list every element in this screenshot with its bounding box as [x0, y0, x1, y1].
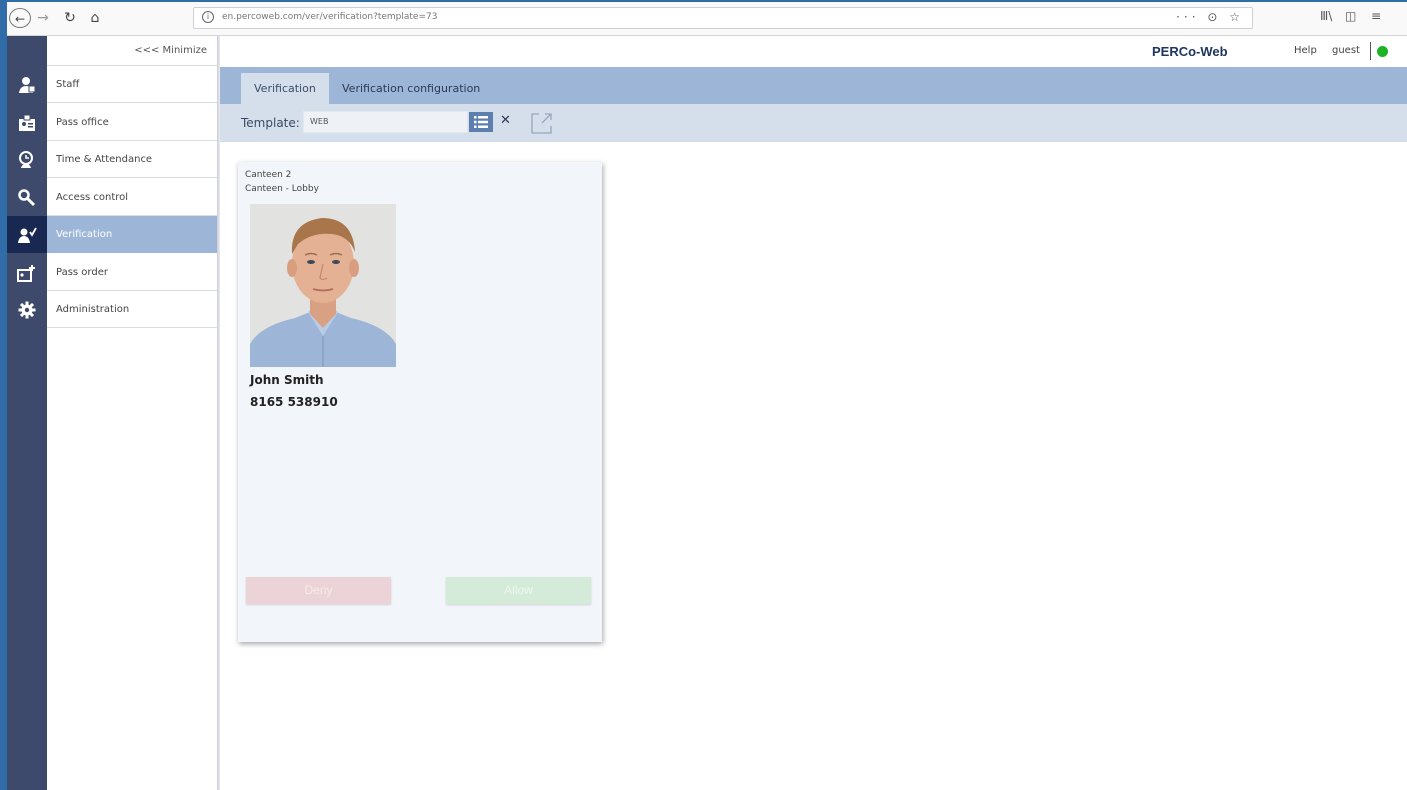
hamburger-icon[interactable]: ≡ [1371, 9, 1381, 23]
minimize-button[interactable]: <<< Minimize [47, 36, 217, 66]
menu-item-access-control[interactable]: Access control [47, 179, 217, 216]
verification-card: Canteen 2 Canteen - Lobby John Smith 816… [238, 162, 602, 642]
open-window-icon[interactable] [530, 111, 554, 135]
home-icon[interactable]: ⌂ [87, 8, 103, 28]
help-link[interactable]: Help [1294, 45, 1317, 56]
template-bar: Template: WEB ✕ [220, 104, 1407, 142]
desktop-edge [0, 0, 7, 790]
tabs-bar: Verification Verification configuration [220, 67, 1407, 104]
verification-icon[interactable] [7, 216, 47, 253]
list-icon [474, 116, 488, 128]
deny-button[interactable]: Deny [246, 577, 391, 604]
info-icon[interactable]: i [202, 11, 214, 23]
module-icon-bar [7, 36, 47, 790]
employee-photo [250, 204, 396, 367]
tab-verification-configuration[interactable]: Verification configuration [329, 73, 493, 104]
reload-icon[interactable]: ↻ [62, 8, 78, 28]
page-actions-icons[interactable]: ··· ⊙ ☆ [1176, 10, 1244, 24]
user-name[interactable]: guest [1332, 45, 1360, 56]
employee-name: John Smith [250, 373, 324, 387]
card-number: 8165 538910 [250, 395, 338, 409]
menu-item-pass-order[interactable]: Pass order [47, 254, 217, 291]
menu-item-time-attendance[interactable]: Time & Attendance [47, 141, 217, 178]
browser-accent-line [7, 0, 1407, 2]
sidebar-icon[interactable]: ◫ [1345, 9, 1356, 23]
main-menu: <<< Minimize Staff Pass office Time & At… [47, 36, 217, 790]
forward-icon[interactable]: → [35, 8, 51, 28]
menu-item-verification[interactable]: Verification [47, 216, 217, 253]
brand-title: PERCo-Web [1152, 44, 1228, 59]
browser-toolbar: ← → ↻ ⌂ i en.percoweb.com/ver/verificati… [7, 0, 1407, 36]
menu-item-pass-office[interactable]: Pass office [47, 104, 217, 141]
back-icon[interactable]: ← [9, 8, 31, 28]
url-text: en.percoweb.com/ver/verification?templat… [222, 12, 438, 22]
connection-status-icon [1377, 46, 1388, 57]
pass-office-icon[interactable] [7, 104, 47, 141]
staff-icon[interactable] [7, 66, 47, 103]
tab-verification[interactable]: Verification [241, 73, 329, 104]
clear-template-icon[interactable]: ✕ [500, 113, 511, 128]
pass-order-icon[interactable] [7, 254, 47, 291]
access-point-name: Canteen 2 [245, 170, 292, 180]
time-attendance-icon[interactable] [7, 141, 47, 178]
library-icon[interactable]: Ⅲ\ [1320, 9, 1332, 23]
menu-item-staff[interactable]: Staff [47, 66, 217, 103]
access-control-icon[interactable] [7, 179, 47, 216]
allow-button[interactable]: Allow [446, 577, 591, 604]
app-header: PERCo-Web Help guest [220, 36, 1407, 66]
gear-icon[interactable] [7, 291, 47, 328]
menu-item-administration[interactable]: Administration [47, 291, 217, 328]
address-bar[interactable]: i en.percoweb.com/ver/verification?templ… [193, 7, 1253, 29]
template-list-button[interactable] [468, 111, 494, 133]
header-separator [1370, 42, 1371, 60]
access-zone-name: Canteen - Lobby [245, 184, 319, 194]
template-input[interactable]: WEB [303, 111, 468, 133]
menu-divider [217, 36, 220, 790]
template-label: Template: [241, 116, 300, 130]
